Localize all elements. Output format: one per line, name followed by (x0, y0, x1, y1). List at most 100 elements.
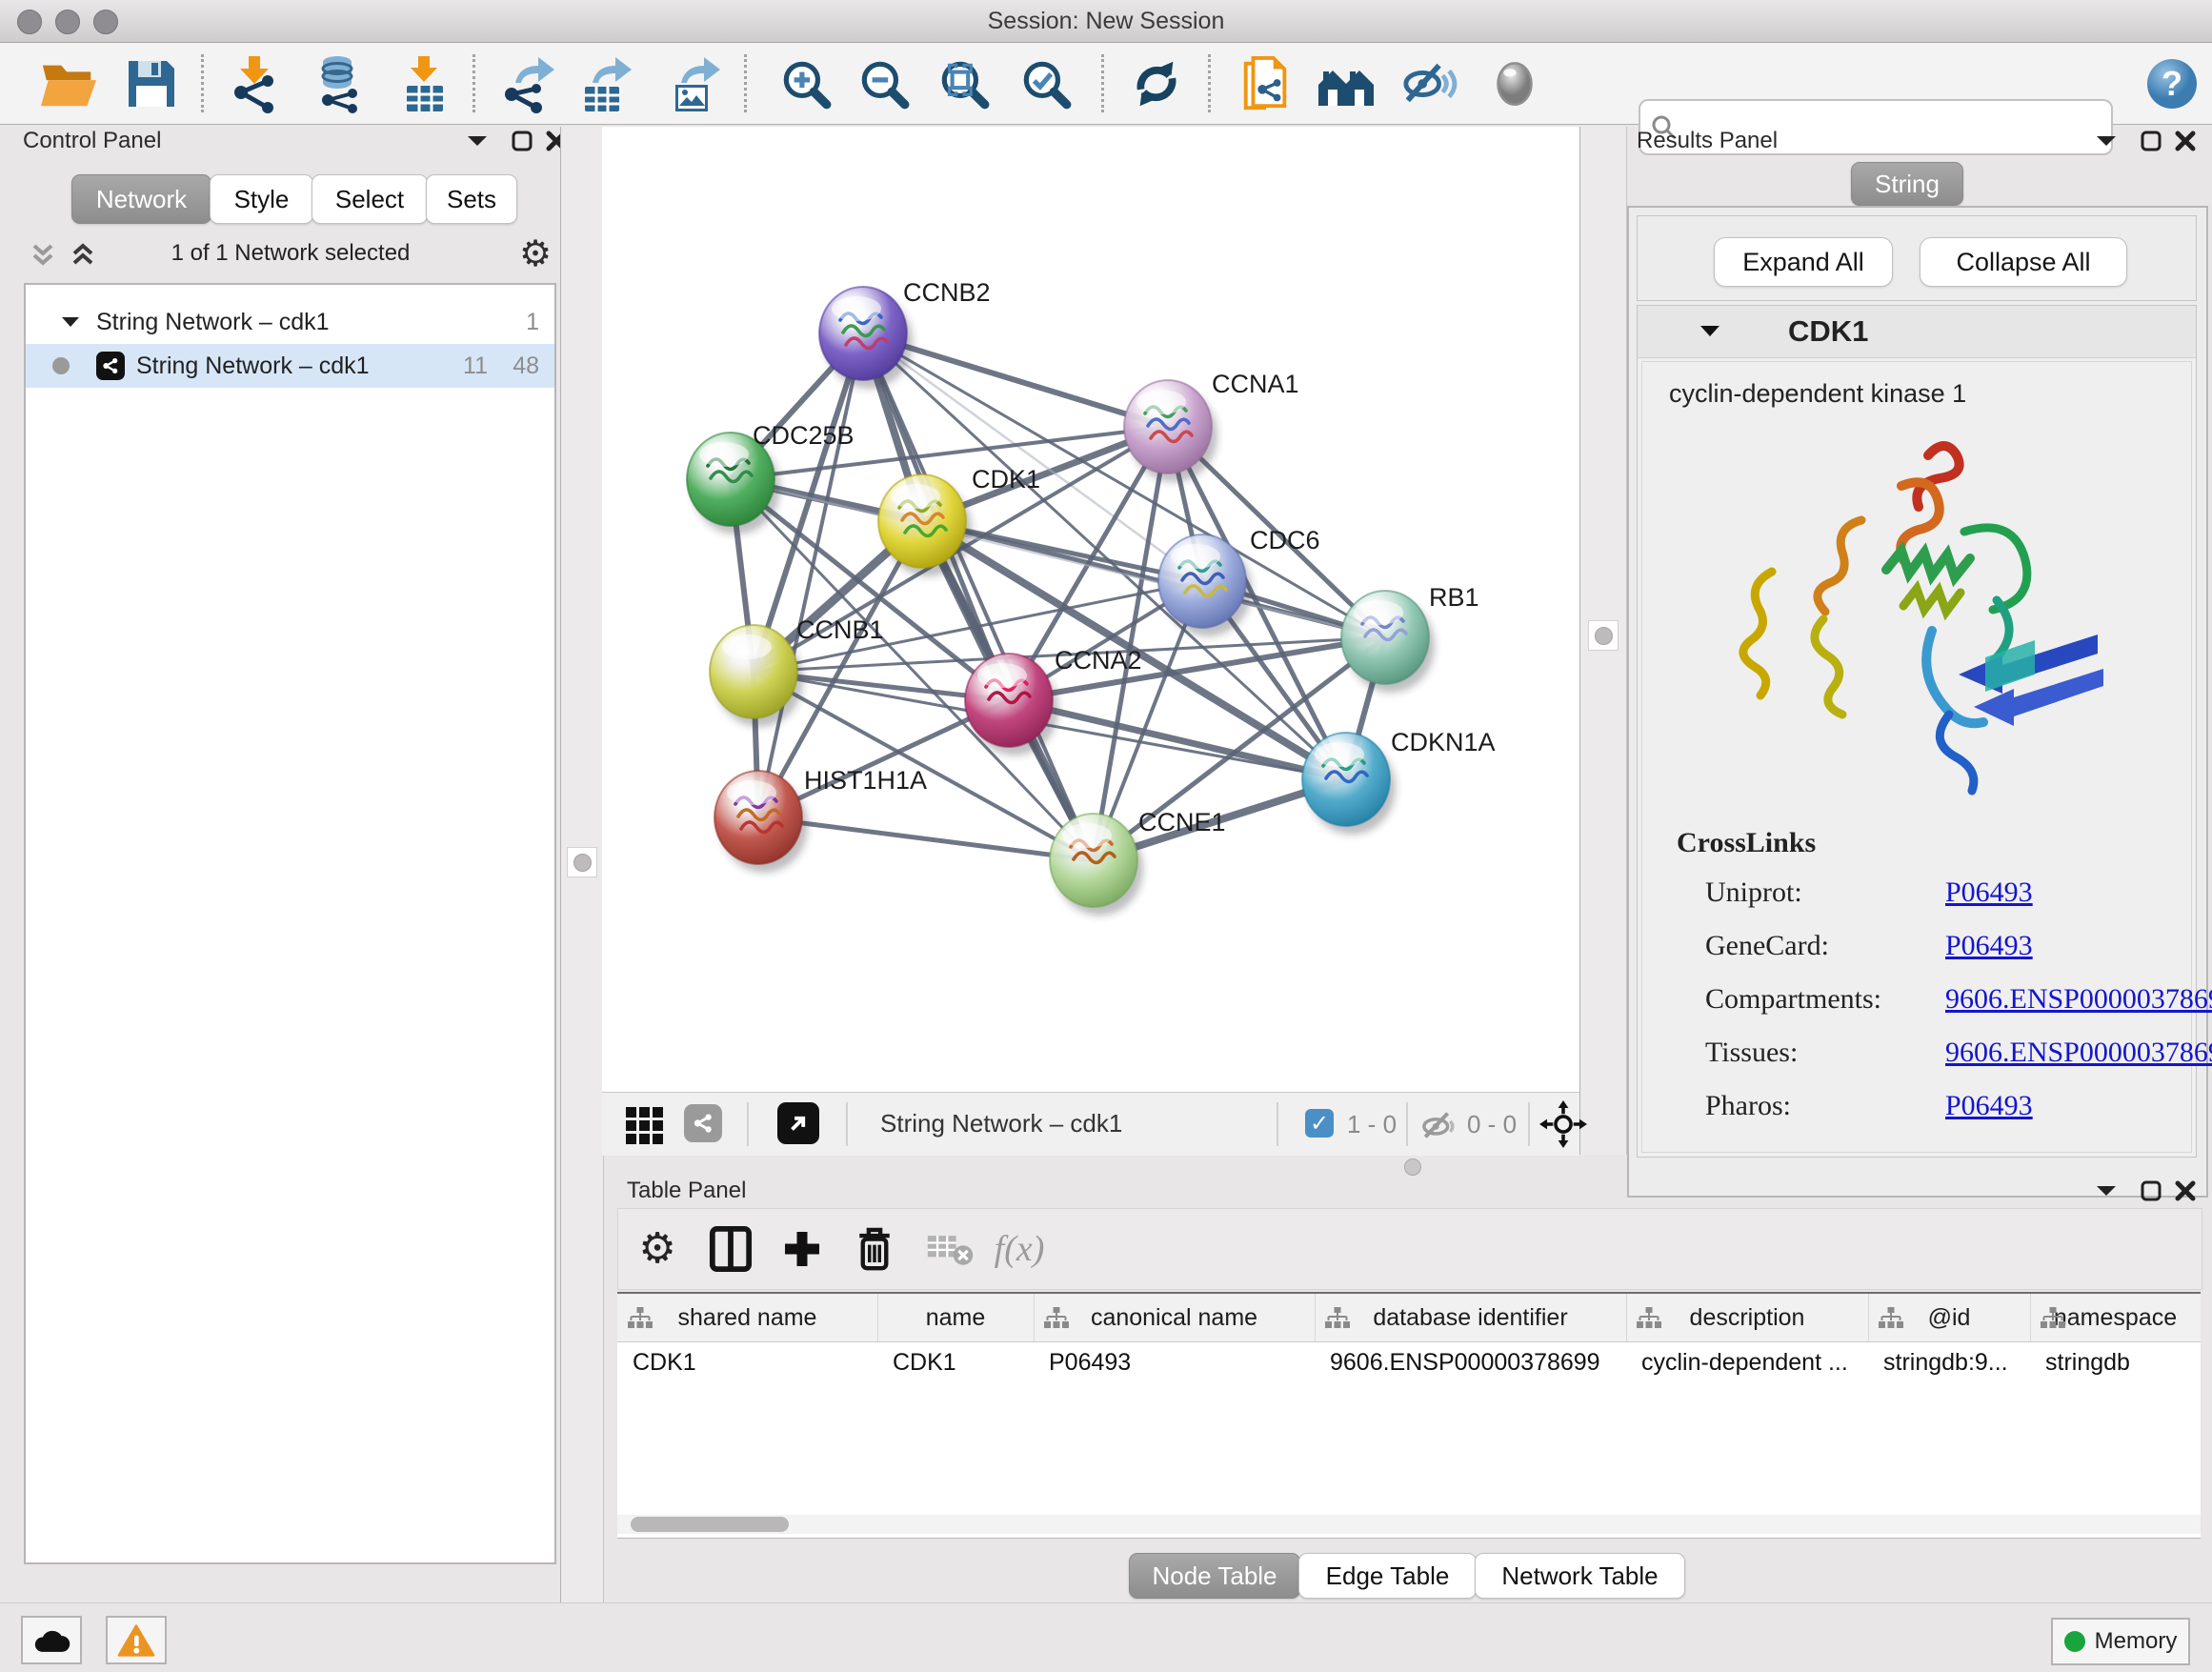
left-splitter[interactable] (560, 127, 604, 1602)
crosslink-link[interactable]: P06493 (1945, 930, 2033, 961)
zoom-out-button[interactable] (852, 52, 915, 115)
table-panel-close-icon[interactable] (2174, 1179, 2197, 1202)
results-panel-close-icon[interactable] (2174, 130, 2197, 152)
collapse-all-tree-icon[interactable] (29, 238, 57, 271)
string-home-button[interactable] (1316, 52, 1378, 115)
fit-crosshair-icon[interactable] (1539, 1100, 1587, 1148)
gear-icon: ⚙ (638, 1228, 675, 1270)
add-column-button[interactable] (781, 1228, 823, 1270)
column-header-sharedname[interactable]: shared name (617, 1294, 878, 1341)
string-import-button[interactable] (1235, 52, 1297, 115)
left-splitter-grip[interactable] (567, 847, 597, 877)
network-node-CDC25B[interactable]: CDC25B (687, 421, 855, 534)
expand-all-tree-icon[interactable] (69, 238, 97, 271)
column-header-name[interactable]: name (877, 1294, 1035, 1341)
column-header-namespace[interactable]: namespace (2030, 1294, 2201, 1341)
column-header-databaseidentifier[interactable]: database identifier (1315, 1294, 1627, 1341)
network-options-gear-icon[interactable]: ⚙ (519, 232, 552, 275)
grid-view-icon[interactable] (626, 1107, 663, 1144)
export-image-button[interactable] (661, 52, 724, 115)
table-panel-collapse-icon[interactable] (2094, 1181, 2119, 1200)
main-toolbar: ? (0, 43, 2212, 125)
network-row-selected[interactable]: String Network – cdk1 11 48 (26, 344, 554, 388)
share-view-icon[interactable] (684, 1104, 722, 1142)
table-settings-button[interactable]: ⚙ (638, 1228, 675, 1270)
import-table-button[interactable] (392, 52, 455, 115)
tree-expander-icon[interactable] (60, 313, 81, 331)
tab-sets[interactable]: Sets (426, 174, 517, 224)
crosslink-link[interactable]: 9606.ENSP00000378699 (1945, 1037, 2212, 1068)
results-panel-collapse-icon[interactable] (2094, 131, 2119, 151)
table-hscroll-thumb[interactable] (631, 1517, 789, 1532)
refresh-view-button[interactable] (1125, 52, 1188, 115)
export-network-button[interactable] (495, 52, 558, 115)
results-tab-string[interactable]: String (1851, 162, 1963, 206)
collapse-all-button[interactable]: Collapse All (1920, 237, 2127, 287)
network-collection-row[interactable]: String Network – cdk1 1 (26, 300, 554, 344)
export-table-button[interactable] (573, 52, 635, 115)
table-panel-float-icon[interactable] (2140, 1179, 2162, 1202)
function-builder-button[interactable]: f(x) (995, 1231, 1045, 1267)
string-network-icon (96, 352, 125, 380)
birdseye-view-icon[interactable] (777, 1102, 819, 1144)
import-network-file-button[interactable] (223, 52, 286, 115)
network-node-CDK1[interactable]: CDK1 (878, 465, 1040, 576)
tab-node-table[interactable]: Node Table (1129, 1553, 1300, 1599)
network-node-RB1[interactable]: RB1 (1341, 583, 1479, 693)
crosslink-label: GeneCard: (1705, 930, 1829, 961)
network-node-CCNE1[interactable]: CCNE1 (1050, 808, 1226, 916)
columns-icon (709, 1225, 753, 1273)
selected-checkbox[interactable]: ✓ (1305, 1109, 1334, 1138)
column-header-id[interactable]: @id (1868, 1294, 2031, 1341)
network-node-CDKN1A[interactable]: CDKN1A (1302, 728, 1496, 835)
tab-select[interactable]: Select (312, 174, 428, 224)
protein-header[interactable]: CDK1 (1638, 306, 2196, 358)
results-panel-float-icon[interactable] (2140, 130, 2162, 152)
network-node-CDC6[interactable]: CDC6 (1158, 526, 1320, 636)
save-session-button[interactable] (120, 52, 183, 115)
glass-ball-button[interactable] (1483, 52, 1546, 115)
delete-table-button[interactable] (926, 1230, 975, 1268)
toolbar-separator (1208, 54, 1211, 112)
cloud-button[interactable] (21, 1616, 82, 1664)
zoom-fit-button[interactable] (932, 52, 995, 115)
help-button[interactable]: ? (2141, 52, 2203, 115)
network-node-HIST1H1A[interactable]: HIST1H1A (714, 766, 927, 873)
warning-button[interactable] (106, 1616, 167, 1664)
results-panel-title: Results Panel (1637, 128, 1778, 154)
tab-network-table[interactable]: Network Table (1475, 1553, 1685, 1599)
right-splitter[interactable] (1579, 127, 1627, 1155)
tab-network[interactable]: Network (71, 174, 211, 224)
crosslink-link[interactable]: P06493 (1945, 876, 2033, 908)
right-splitter-grip[interactable] (1588, 620, 1619, 651)
shared-column-icon (627, 1306, 654, 1330)
network-node-CCNA1[interactable]: CCNA1 (1124, 370, 1299, 482)
cloud-icon (31, 1626, 71, 1655)
memory-button[interactable]: Memory (2051, 1618, 2190, 1665)
string-results-panel: Expand All Collapse All CDK1 cyclin-depe… (1627, 206, 2208, 1198)
protein-details: cyclin-dependent kinase 1 (1641, 361, 2192, 1153)
crosslink-link[interactable]: 9606.ENSP00000378699 (1945, 983, 2212, 1015)
edge-count: 48 (513, 353, 539, 380)
open-session-button[interactable] (37, 52, 100, 115)
tab-edge-table[interactable]: Edge Table (1298, 1553, 1477, 1599)
crosslink-link[interactable]: P06493 (1945, 1090, 2033, 1121)
zoom-selected-button[interactable] (1014, 52, 1076, 115)
expand-all-button[interactable]: Expand All (1714, 237, 1893, 287)
zoom-in-button[interactable] (774, 52, 836, 115)
delete-column-button[interactable] (855, 1225, 895, 1273)
control-panel-collapse-icon[interactable] (465, 131, 490, 151)
toggle-column-button[interactable] (709, 1225, 753, 1273)
table-row[interactable]: CDK1CDK1P064939606.ENSP00000378699cyclin… (617, 1341, 2201, 1383)
import-network-database-button[interactable] (308, 52, 371, 115)
control-panel-float-icon[interactable] (511, 130, 533, 152)
protein-collapse-icon[interactable] (1699, 322, 1721, 341)
tab-style[interactable]: Style (210, 174, 313, 224)
column-header-canonicalname[interactable]: canonical name (1034, 1294, 1316, 1341)
network-canvas[interactable]: CCNB2 CCNA1 CDC25B CDK1 CDC6 RB1 CCNB1 (602, 127, 1579, 1092)
horizontal-splitter-grip[interactable] (1404, 1158, 1421, 1176)
node-label-CCNB1: CCNB1 (796, 615, 884, 644)
hide-unhide-button[interactable] (1397, 52, 1459, 115)
network-node-CCNB1[interactable]: CCNB1 (710, 615, 884, 727)
column-header-description[interactable]: description (1626, 1294, 1869, 1341)
